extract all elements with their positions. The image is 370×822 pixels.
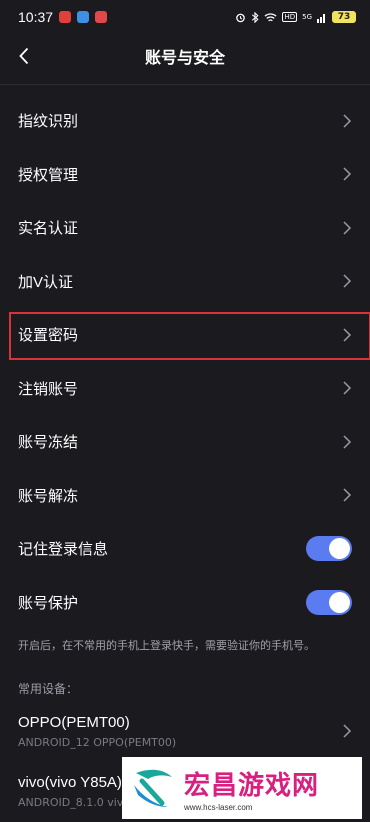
setting-remember-login: 记住登录信息 [0, 522, 370, 576]
watermark: 宏昌游戏网 www.hcs-laser.com [122, 757, 362, 819]
hd-indicator: HD [282, 12, 298, 22]
setting-unfreeze-account[interactable]: 账号解冻 [0, 469, 370, 523]
chevron-right-icon [343, 381, 352, 395]
notification-app-icon [59, 11, 72, 23]
device-item[interactable]: OPPO(PEMT00) ANDROID_12 OPPO(PEMT00) [0, 705, 370, 757]
toggle-knob [329, 538, 350, 560]
chevron-right-icon [343, 435, 352, 449]
watermark-logo-icon [134, 769, 172, 807]
protection-note: 开启后，在不常用的手机上登录快手，需要验证你的手机号。 [18, 639, 315, 652]
setting-account-protection: 账号保护 [0, 576, 370, 630]
account-protection-toggle[interactable] [306, 589, 352, 615]
remember-login-toggle[interactable] [306, 536, 352, 562]
devices-section-title: 常用设备： [18, 681, 79, 696]
chevron-right-icon [343, 221, 352, 235]
chevron-right-icon [343, 274, 352, 288]
setting-freeze-account[interactable]: 账号冻结 [0, 415, 370, 469]
setting-label: 实名认证 [18, 220, 79, 238]
battery-indicator: 73 [332, 11, 356, 23]
chevron-right-icon [343, 167, 352, 181]
page-header: 账号与安全 [0, 34, 370, 78]
status-bar: 10:37 HD 5G 73 [0, 0, 370, 34]
signal-label: 5G [302, 13, 312, 21]
setting-label: 设置密码 [18, 327, 79, 345]
chevron-right-icon [343, 114, 352, 128]
device-name: OPPO(PEMT00) [18, 713, 130, 731]
bluetooth-icon [252, 11, 260, 23]
setting-set-password[interactable]: 设置密码 [0, 308, 370, 362]
back-button[interactable] [10, 42, 38, 70]
chevron-right-icon [343, 724, 352, 738]
setting-label: 指纹识别 [18, 113, 79, 131]
chevron-right-icon [343, 488, 352, 502]
signal-icon [317, 13, 325, 23]
chevron-right-icon [343, 328, 352, 342]
setting-label: 加V认证 [18, 273, 74, 291]
wifi-icon [264, 12, 277, 21]
page-title: 账号与安全 [144, 50, 225, 67]
setting-verification[interactable]: 加V认证 [0, 255, 370, 309]
setting-authorization[interactable]: 授权管理 [0, 148, 370, 202]
toggle-knob [329, 591, 350, 613]
setting-fingerprint[interactable]: 指纹识别 [0, 94, 370, 148]
watermark-title: 宏昌游戏网 [184, 770, 320, 801]
watermark-url: www.hcs-laser.com [184, 802, 253, 812]
setting-label: 账号保护 [18, 594, 79, 612]
setting-real-name[interactable]: 实名认证 [0, 201, 370, 255]
alarm-icon [236, 13, 246, 22]
setting-label: 记住登录信息 [18, 541, 109, 559]
setting-label: 注销账号 [18, 380, 79, 398]
device-detail: ANDROID_12 OPPO(PEMT00) [18, 735, 177, 749]
notification-app-icon [77, 11, 90, 23]
setting-label: 授权管理 [18, 166, 79, 184]
settings-list: 指纹识别 授权管理 实名认证 加V认证 设置密码 注销账号 账号冻结 账号解冻 … [0, 94, 370, 629]
setting-label: 账号解冻 [18, 487, 79, 505]
setting-label: 账号冻结 [18, 434, 79, 452]
status-time: 10:37 [18, 9, 54, 25]
setting-cancel-account[interactable]: 注销账号 [0, 362, 370, 416]
chevron-left-icon [19, 47, 29, 65]
notification-app-icon [95, 11, 108, 23]
